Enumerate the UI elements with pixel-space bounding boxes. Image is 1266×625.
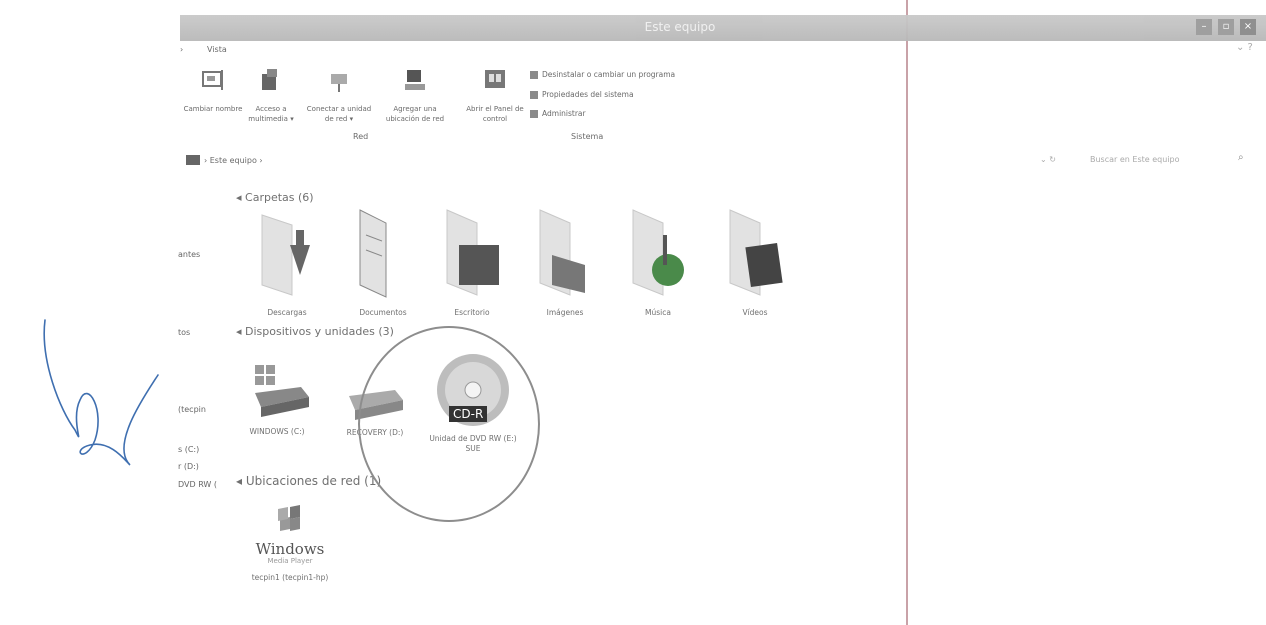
search-icon[interactable]: ⌕ — [1238, 152, 1244, 163]
add-network-location-label: Agregar una ubicación de red — [385, 105, 445, 123]
windows-logo-icon — [278, 505, 300, 531]
uninstall-program-label: Desinstalar o cambiar un programa — [542, 70, 676, 79]
drive-c[interactable]: WINDOWS (C:) — [232, 363, 322, 437]
section-devices[interactable]: ◂ Dispositivos y unidades (3) — [236, 325, 394, 338]
nav-item-3[interactable]: s (C:) — [178, 445, 199, 454]
music-icon — [632, 209, 684, 296]
nav-item-5[interactable]: DVD RW ( — [178, 480, 217, 489]
section-devices-label: Dispositivos y unidades (3) — [245, 325, 394, 338]
videos-icon — [729, 209, 783, 296]
nav-item-4[interactable]: r (D:) — [178, 462, 199, 471]
minimize-button[interactable]: – — [1196, 19, 1212, 35]
control-panel-icon — [485, 70, 505, 88]
nav-item-2[interactable]: (tecpin — [178, 405, 206, 414]
programs-icon — [530, 71, 538, 79]
downloads-icon — [261, 214, 310, 296]
close-button[interactable]: × — [1240, 19, 1256, 35]
help-icon[interactable]: ⌄ ? — [1236, 42, 1253, 53]
control-panel-label: Abrir el Panel de control — [466, 105, 524, 123]
network-location-item[interactable]: Windows Media Player tecpin1 (tecpin1-hp… — [245, 505, 335, 583]
map-network-drive-button[interactable]: Conectar a unidad de red ▾ — [304, 66, 374, 124]
desktop-icon — [446, 209, 499, 296]
drive-label-c: WINDOWS (C:) — [249, 427, 305, 436]
maximize-button[interactable]: ▫ — [1218, 19, 1234, 35]
network-label: tecpin1 (tecpin1-hp) — [251, 573, 329, 582]
media-access-label: Acceso a multimedia ▾ — [248, 105, 294, 123]
tab-vista[interactable]: Vista — [207, 45, 227, 54]
computer-icon — [186, 155, 200, 165]
divider-line — [906, 0, 908, 625]
manage-label: Administrar — [542, 109, 586, 118]
section-folders-label: Carpetas (6) — [245, 191, 314, 204]
wmp-logo-text: Windows — [255, 540, 325, 558]
folder-imagenes[interactable]: Imágenes — [525, 205, 605, 317]
folder-label-documentos: Documentos — [359, 308, 407, 317]
windows-drive-icon — [255, 365, 309, 417]
rename-icon — [202, 70, 223, 90]
breadcrumb-este-equipo: Este equipo — [209, 156, 257, 165]
map-network-drive-label: Conectar a unidad de red ▾ — [306, 105, 372, 123]
nav-item-1[interactable]: tos — [178, 328, 190, 337]
folder-documentos[interactable]: Documentos — [343, 205, 423, 317]
window-title: Este equipo — [644, 20, 716, 34]
properties-icon — [530, 91, 538, 99]
highlight-circle — [358, 326, 540, 522]
wmp-logo-subtext: Media Player — [267, 557, 313, 565]
folder-label-imagenes: Imágenes — [546, 308, 584, 317]
media-access-button[interactable]: Acceso a multimedia ▾ — [236, 66, 306, 124]
search-input[interactable]: Buscar en Este equipo — [1090, 155, 1179, 164]
media-icon — [262, 69, 277, 90]
chevron-icon: › — [180, 45, 184, 54]
network-drive-icon — [331, 74, 347, 92]
group-label-sistema: Sistema — [571, 132, 604, 141]
breadcrumb[interactable]: › Este equipo › — [204, 156, 263, 165]
add-network-location-button[interactable]: Agregar una ubicación de red — [380, 66, 450, 124]
pictures-icon — [539, 209, 585, 296]
uninstall-program-link[interactable]: Desinstalar o cambiar un programa — [530, 70, 675, 79]
network-location-icon — [405, 70, 425, 90]
control-panel-button[interactable]: Abrir el Panel de control — [460, 66, 530, 124]
section-network[interactable]: ◂ Ubicaciones de red (1) — [236, 474, 381, 488]
folder-escritorio[interactable]: Escritorio — [432, 205, 512, 317]
system-properties-link[interactable]: Propiedades del sistema — [530, 90, 634, 99]
folder-label-videos: Vídeos — [742, 308, 768, 317]
system-properties-label: Propiedades del sistema — [542, 90, 634, 99]
signature-mark — [43, 319, 159, 466]
manage-link[interactable]: Administrar — [530, 109, 586, 118]
folder-descargas[interactable]: Descargas — [247, 205, 327, 317]
documents-icon — [359, 209, 387, 298]
folder-label-descargas: Descargas — [267, 308, 307, 317]
manage-icon — [530, 110, 538, 118]
folder-label-escritorio: Escritorio — [454, 308, 490, 317]
folder-label-musica: Música — [645, 308, 671, 317]
nav-item-0[interactable]: antes — [178, 250, 200, 259]
section-network-label: Ubicaciones de red (1) — [245, 474, 382, 488]
section-folders[interactable]: ◂ Carpetas (6) — [236, 191, 314, 204]
folder-videos[interactable]: Vídeos — [715, 205, 795, 317]
title-bar: Este equipo – ▫ × — [180, 15, 1266, 41]
folder-musica[interactable]: Música — [618, 205, 698, 317]
refresh-icon[interactable]: ⌄ ↻ — [1040, 155, 1056, 164]
group-label-red: Red — [353, 132, 369, 141]
